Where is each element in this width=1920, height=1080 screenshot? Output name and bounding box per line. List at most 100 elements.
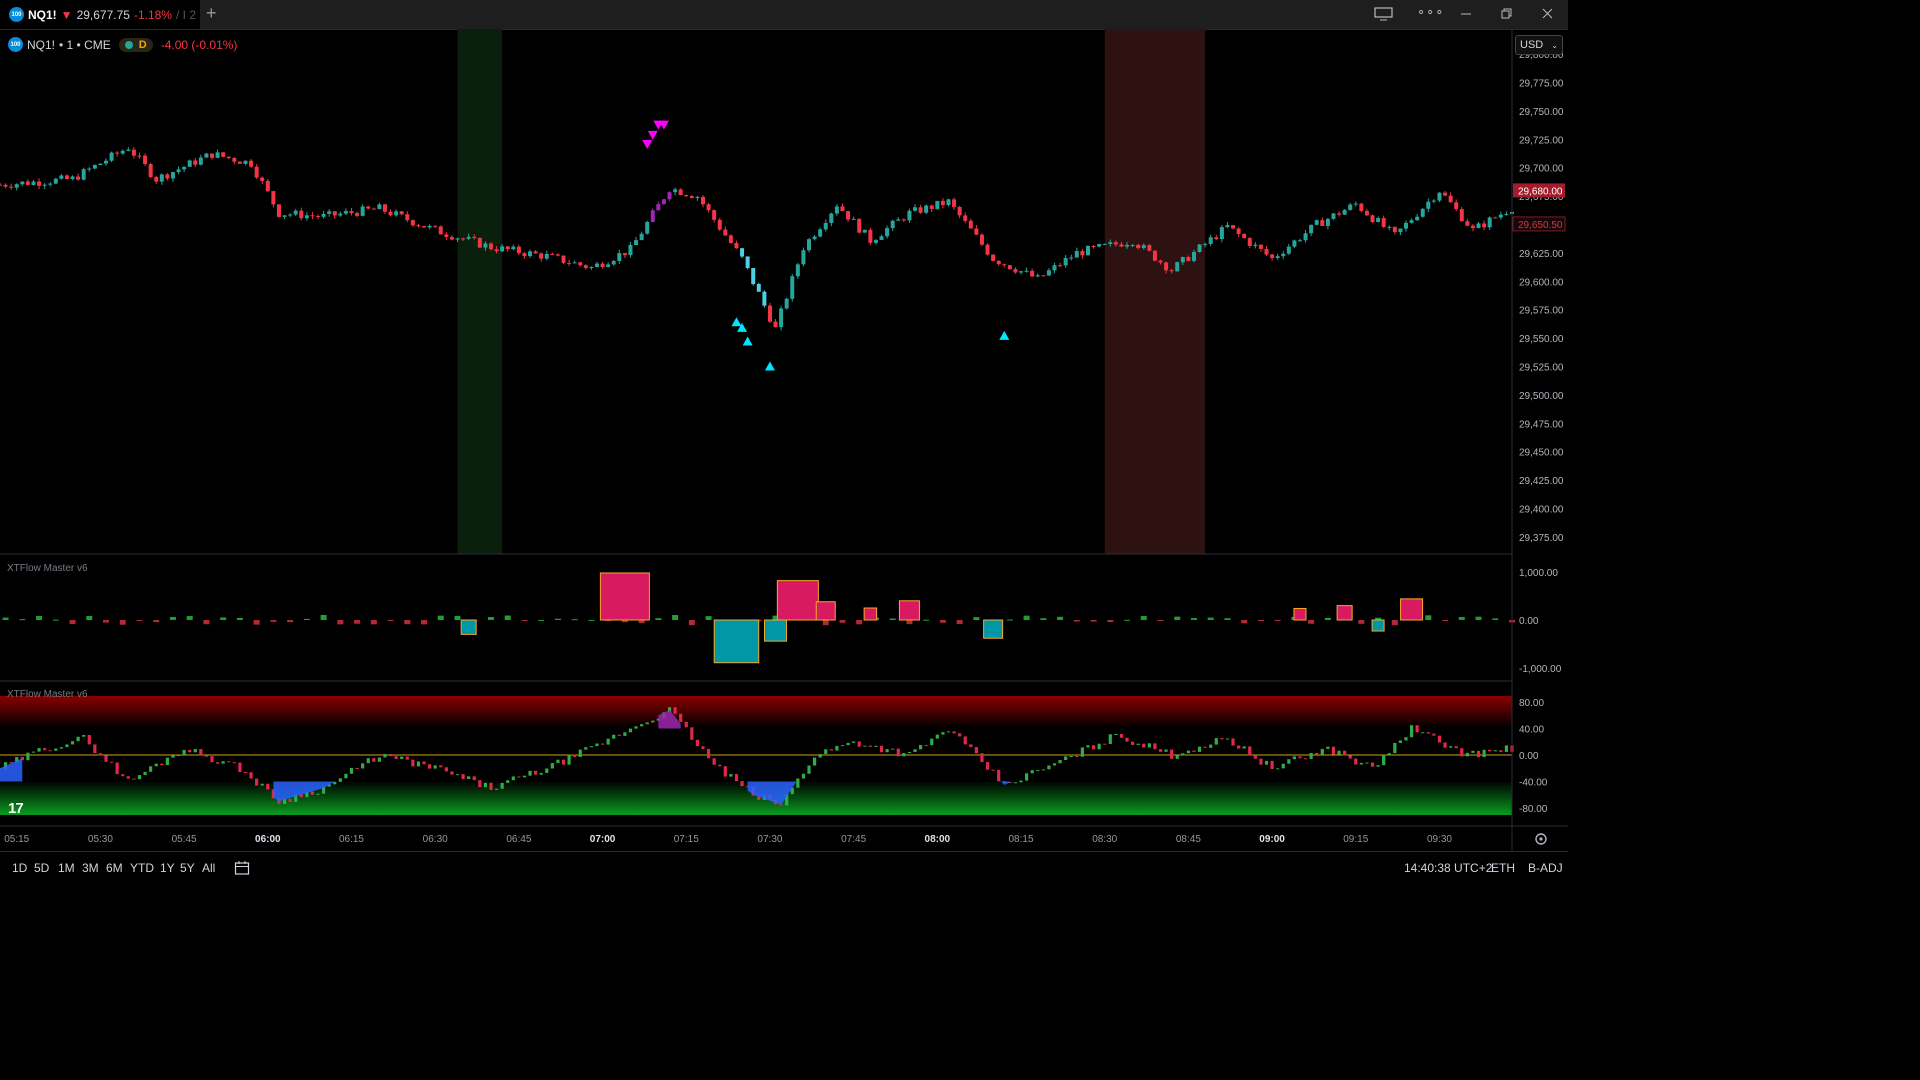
maximize-icon[interactable] xyxy=(1501,8,1513,20)
oscillator-bar xyxy=(450,771,454,775)
oscillator-bar xyxy=(729,774,733,777)
buy-signal-marker xyxy=(764,361,775,371)
oscillator-bar xyxy=(1237,745,1241,749)
histogram-bar xyxy=(1391,620,1398,626)
candle-body xyxy=(1175,262,1180,272)
candle-body xyxy=(377,204,382,210)
histogram-bar xyxy=(554,618,561,620)
oscillator-bar xyxy=(377,757,381,762)
oscillator-pane-label[interactable]: XTFlow Master v6 xyxy=(7,689,88,700)
histogram-pane-label[interactable]: XTFlow Master v6 xyxy=(7,563,88,574)
histogram-bar xyxy=(1006,619,1013,621)
monitor-icon[interactable] xyxy=(1374,7,1394,21)
candle-body xyxy=(818,229,823,237)
histogram-bar xyxy=(387,620,394,621)
close-icon[interactable] xyxy=(1542,8,1554,20)
currency-select[interactable]: USD ⌄ xyxy=(1515,35,1563,55)
calendar-icon[interactable] xyxy=(234,860,250,876)
candle-body xyxy=(1242,233,1247,239)
candle-body xyxy=(1398,228,1403,233)
range-button-5d[interactable]: 5D xyxy=(34,861,49,875)
oscillator-bar xyxy=(930,738,934,746)
histogram-bar xyxy=(571,619,578,621)
candle-body xyxy=(1214,237,1219,240)
tab-price: 29,677.75 xyxy=(76,7,130,22)
new-tab-plus-icon[interactable]: + xyxy=(206,3,217,24)
candle-body xyxy=(176,169,181,173)
candle-body xyxy=(193,160,198,165)
histogram-bar xyxy=(270,620,277,622)
candle-body xyxy=(1024,270,1029,272)
tab-down-arrow-icon: ▼ xyxy=(60,7,73,22)
candle-body xyxy=(957,207,962,216)
histogram-bar xyxy=(1224,618,1231,620)
candle-body xyxy=(807,239,812,251)
market-status-badge[interactable]: D xyxy=(118,37,153,52)
oscillator-bar xyxy=(176,755,181,757)
tradingview-logo-icon[interactable]: 17 xyxy=(8,800,24,817)
oscillator-bar xyxy=(1197,746,1202,752)
candle-body xyxy=(154,176,159,182)
legend-symbol: NQ1! xyxy=(27,37,56,52)
histogram-block-up xyxy=(1293,607,1307,621)
session-toggle[interactable]: ETH xyxy=(1491,861,1515,875)
market-open-dot-icon xyxy=(124,40,133,49)
oscillator-bar xyxy=(818,754,822,758)
range-button-1m[interactable]: 1M xyxy=(58,861,75,875)
range-button-all[interactable]: All xyxy=(202,861,215,875)
minimize-icon[interactable] xyxy=(1460,9,1472,19)
oscillator-bar xyxy=(673,707,677,714)
oscillator-bar xyxy=(511,776,515,781)
more-icon[interactable]: ∘∘∘ xyxy=(1417,4,1444,20)
clock-display[interactable]: 14:40:38 UTC+2 xyxy=(1404,861,1492,875)
symbol-legend[interactable]: 100 NQ1! • 1 • CME D -4.00 (-0.01%) xyxy=(8,37,237,52)
histogram-bar xyxy=(889,618,896,620)
candle-body xyxy=(254,166,259,178)
candle-body xyxy=(857,218,862,233)
oscillator-tick-label: 0.00 xyxy=(1519,751,1539,762)
range-button-1y[interactable]: 1Y xyxy=(160,861,175,875)
candle-body xyxy=(901,219,906,221)
histogram-tick-label: 1,000.00 xyxy=(1519,568,1558,579)
candle-body xyxy=(53,178,58,184)
range-button-1d[interactable]: 1D xyxy=(12,861,27,875)
histogram-bar xyxy=(521,620,528,621)
candle-body xyxy=(410,220,415,226)
candle-body xyxy=(1292,240,1297,247)
candle-body xyxy=(204,153,209,158)
histogram-block-down xyxy=(764,619,788,642)
oscillator-bar xyxy=(444,767,448,772)
oscillator-bar xyxy=(149,766,153,772)
candle-body xyxy=(1102,243,1107,245)
oscillator-bar xyxy=(1426,732,1430,734)
oscillator-bar xyxy=(1415,725,1419,733)
oscillator-bar xyxy=(188,749,192,753)
oscillator-bar xyxy=(1225,738,1230,740)
oscillator-bar xyxy=(824,749,828,755)
chart-canvas[interactable]: 29,800.0029,775.0029,750.0029,725.0029,7… xyxy=(0,29,1568,851)
oscillator-bar xyxy=(1348,755,1352,759)
range-button-5y[interactable]: 5Y xyxy=(180,861,195,875)
chart-tab[interactable]: 100 NQ1! ▼ 29,677.75 -1.18% / I 2 xyxy=(0,0,200,29)
candle-body xyxy=(1314,220,1319,225)
oscillator-bar xyxy=(1080,747,1084,757)
candle-body xyxy=(700,196,705,205)
candle-body xyxy=(109,152,114,161)
oscillator-bar xyxy=(1069,755,1073,757)
shaded-zone-red xyxy=(1104,29,1206,554)
price-tick-label: 29,575.00 xyxy=(1519,306,1564,317)
range-button-6m[interactable]: 6M xyxy=(106,861,123,875)
oscillator-bar xyxy=(1393,742,1397,754)
oscillator-bar xyxy=(1331,746,1336,755)
candle-body xyxy=(539,253,544,259)
oscillator-bar xyxy=(288,798,292,802)
histogram-bar xyxy=(1425,615,1432,620)
tab-symbol: NQ1! xyxy=(28,7,57,22)
adjustment-toggle[interactable]: B-ADJ xyxy=(1528,861,1563,875)
histogram-bar xyxy=(2,617,9,620)
oscillator-bar xyxy=(1170,749,1174,759)
candlestick-series xyxy=(0,146,1514,331)
range-button-ytd[interactable]: YTD xyxy=(130,861,154,875)
range-button-3m[interactable]: 3M xyxy=(82,861,99,875)
oscillator-bar xyxy=(1460,748,1464,757)
